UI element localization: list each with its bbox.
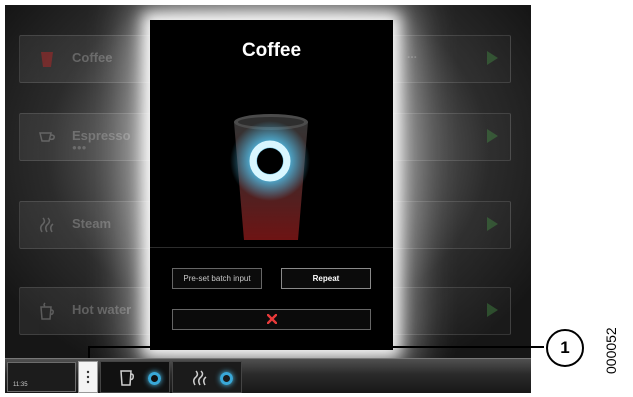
steam-icon: [191, 369, 209, 392]
cup-icon: [119, 369, 135, 392]
progress-ring: [220, 372, 233, 385]
status-bar: 11:35: [5, 358, 531, 393]
callout-pointer: [88, 346, 90, 358]
menu-item-right-label: ...: [407, 47, 418, 61]
hot-water-icon: [36, 300, 58, 322]
machine-screen: Coffee ... Espresso ●●● Steam Hot water …: [5, 5, 531, 393]
close-icon: [266, 311, 277, 329]
strength-indicator: ●●●: [72, 143, 87, 152]
cup-progress-graphic: [150, 100, 393, 250]
task-slot-steam[interactable]: [172, 361, 242, 393]
menu-item-label: Coffee: [72, 50, 113, 65]
task-overview-tab[interactable]: [78, 361, 98, 393]
menu-item-label: Espresso: [72, 128, 131, 143]
repeat-button[interactable]: Repeat: [281, 268, 371, 289]
dialog-title: Coffee: [241, 40, 302, 61]
play-icon[interactable]: [487, 303, 498, 317]
play-icon[interactable]: [487, 217, 498, 231]
cup-icon: [36, 48, 58, 70]
callout-line: [88, 346, 544, 348]
cancel-button[interactable]: [172, 309, 371, 330]
espresso-cup-icon: [36, 126, 58, 148]
callout-number: 1: [546, 329, 584, 367]
product-dialog: Coffee Pre-set batch input Repeat: [150, 20, 393, 350]
figure-id: 000052: [603, 327, 619, 374]
clock-box: 11:35: [7, 362, 76, 392]
dialog-divider: [150, 247, 393, 248]
menu-item-label: Steam: [72, 216, 112, 231]
progress-ring: [148, 372, 161, 385]
task-slot-coffee[interactable]: [100, 361, 170, 393]
steam-icon: [36, 214, 58, 236]
play-icon[interactable]: [487, 129, 498, 143]
preset-batch-button[interactable]: Pre-set batch input: [172, 268, 262, 289]
clock: 11:35: [13, 382, 28, 388]
play-icon[interactable]: [487, 51, 498, 65]
menu-item-label: Hot water: [72, 302, 132, 317]
